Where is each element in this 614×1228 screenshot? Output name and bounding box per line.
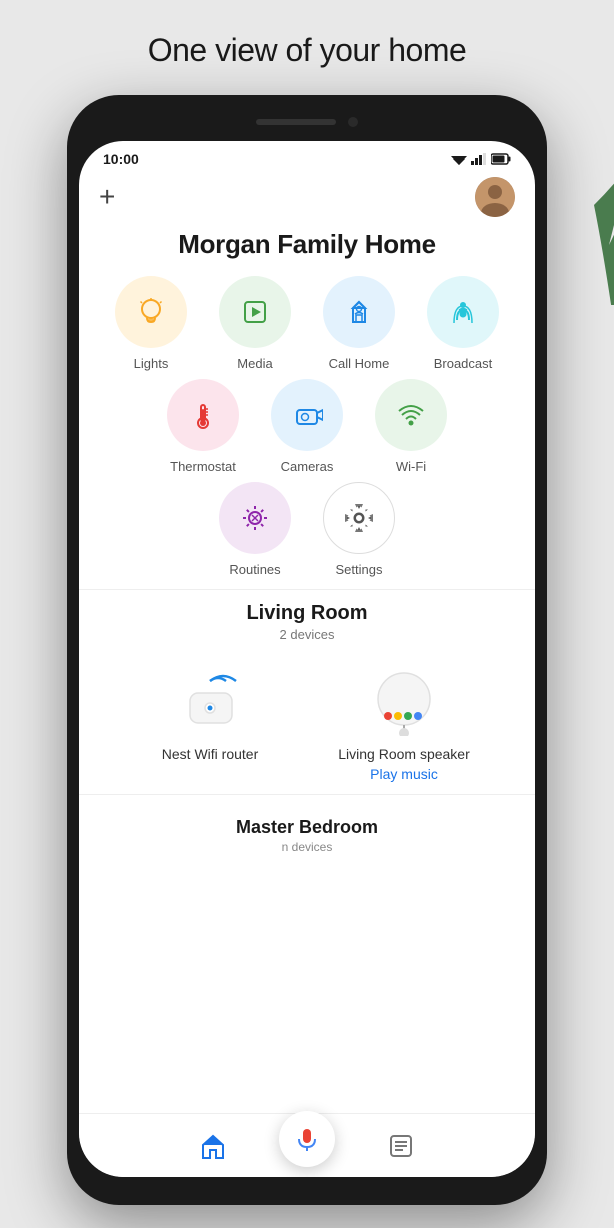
wifi-status-icon [451,153,467,165]
status-icons [451,153,511,165]
lr-speaker-icon-area [359,658,449,738]
living-room-title: Living Room [103,602,511,625]
wifi-label: Wi-Fi [396,459,426,474]
devices-row: Nest Wifi router [103,658,511,782]
routines-label: Routines [229,562,280,577]
call-home-label: Call Home [329,356,390,371]
play-music-link[interactable]: Play music [370,766,438,782]
divider-1 [79,589,535,590]
phone-speaker [256,119,336,125]
status-bar: 10:00 [79,141,535,173]
shortcut-broadcast[interactable]: Broadcast [415,276,511,371]
broadcast-icon-circle [427,276,499,348]
gear-icon [343,502,375,534]
nest-wifi-name: Nest Wifi router [162,746,258,762]
lr-speaker-name: Living Room speaker [338,746,470,762]
shortcut-thermostat[interactable]: Thermostat [155,379,251,474]
speaker-icon [362,661,447,736]
shortcut-media[interactable]: Media [207,276,303,371]
nav-list[interactable] [387,1132,415,1160]
shortcut-settings[interactable]: Settings [311,482,407,577]
phone-camera [348,117,358,127]
settings-label: Settings [336,562,383,577]
call-home-icon-circle [323,276,395,348]
thermostat-label: Thermostat [170,459,236,474]
media-icon-circle [219,276,291,348]
page-title: One view of your home [0,0,614,89]
nest-wifi-icon-area [165,658,255,738]
battery-icon [491,153,511,165]
phone-screen: 10:00 [79,141,535,1177]
master-bedroom-title: Master Bedroom [79,807,535,840]
thermostat-icon-circle [167,379,239,451]
master-bedroom-section: Master Bedroom n devices [79,807,535,934]
bulb-icon [135,296,167,328]
wifi-icon-circle [375,379,447,451]
broadcast-icon [447,296,479,328]
media-label: Media [237,356,272,371]
shortcut-routines[interactable]: Routines [207,482,303,577]
divider-2 [79,794,535,795]
fab-mic-button[interactable] [279,1111,335,1167]
plant-decoration [554,105,614,305]
grid-row-2: Thermostat Cameras [95,379,519,474]
routines-icon-circle [219,482,291,554]
shortcut-lights[interactable]: Lights [103,276,199,371]
thermometer-icon [187,399,219,431]
router-icon [168,661,253,736]
phone-frame: 10:00 [67,95,547,1205]
broadcast-label: Broadcast [434,356,493,371]
camera-icon [291,399,323,431]
cameras-icon-circle [271,379,343,451]
lights-icon-circle [115,276,187,348]
lights-label: Lights [134,356,169,371]
avatar[interactable] [475,177,515,217]
shortcut-wifi[interactable]: Wi-Fi [363,379,459,474]
home-title: Morgan Family Home [79,225,535,276]
status-time: 10:00 [103,151,139,167]
play-icon [239,296,271,328]
wifi-icon [395,399,427,431]
device-lr-speaker[interactable]: Living Room speaker Play music [334,658,474,782]
settings-icon-circle [323,482,395,554]
living-room-subtitle: 2 devices [103,627,511,642]
nav-home[interactable] [199,1132,227,1160]
mic-icon [293,1125,321,1153]
signal-icon [471,153,487,165]
master-bedroom-subtitle: n devices [79,840,535,854]
grid-row-1: Lights Media [95,276,519,371]
list-nav-icon [387,1132,415,1160]
shortcut-cameras[interactable]: Cameras [259,379,355,474]
device-nest-wifi[interactable]: Nest Wifi router [140,658,280,762]
shortcut-grid: Lights Media [79,276,535,577]
shortcut-call-home[interactable]: Call Home [311,276,407,371]
add-button[interactable]: + [99,183,115,211]
phone-notch-area [79,107,535,137]
grid-row-3: Routines [95,482,519,577]
living-room-section: Living Room 2 devices [79,602,535,782]
cameras-label: Cameras [281,459,334,474]
sun-icon [239,502,271,534]
call-home-icon [343,296,375,328]
home-nav-icon [199,1132,227,1160]
bottom-nav [79,1113,535,1177]
app-header: + [79,173,535,225]
